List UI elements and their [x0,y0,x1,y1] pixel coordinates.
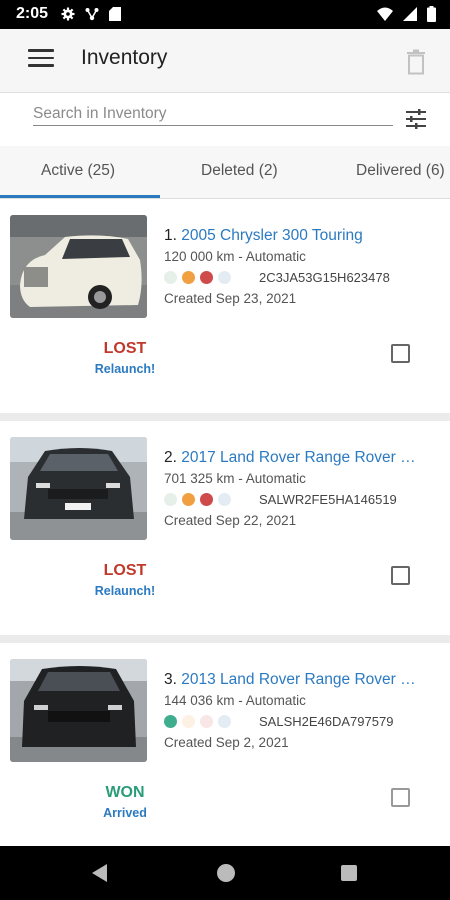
condition-dot [182,271,195,284]
vehicle-title[interactable]: 2. 2017 Land Rover Range Rover Sport [164,449,419,467]
auction-status: LOST [103,562,147,579]
created-date: Created Sep 2, 2021 [164,735,289,750]
relaunch-link[interactable]: Relaunch! [80,362,170,376]
vehicle-name: 2017 Land Rover Range Rover Sport [181,449,419,466]
battery-icon [427,6,436,22]
vehicle-card[interactable]: 3. 2013 Land Rover Range Rover Sport 144… [0,643,450,846]
select-checkbox[interactable] [391,566,410,585]
tab-indicator [0,195,160,198]
vehicle-photo [10,437,147,540]
delete-icon[interactable] [404,49,428,75]
tab-deleted[interactable]: Deleted (2) [201,162,278,180]
vehicle-vin: SALSH2E46DA797579 [259,714,394,729]
settings-gear-icon [61,7,75,21]
vehicle-card[interactable]: 1. 2005 Chrysler 300 Touring 120 000 km … [0,199,450,413]
vehicle-number: 3. [164,671,177,688]
condition-dot [218,715,231,728]
recent-apps-icon[interactable] [341,865,357,881]
vehicle-mileage: 144 036 km - Automatic [164,693,306,708]
condition-dots [164,715,231,728]
menu-icon-bar [28,56,54,59]
back-icon[interactable] [92,864,107,882]
condition-dot [182,715,195,728]
vehicle-number: 2. [164,449,177,466]
vehicle-vin: 2C3JA53G15H623478 [259,270,390,285]
tab-delivered[interactable]: Delivered (6) [356,162,445,180]
status-bar: 2:05 [0,0,450,29]
network-icon [85,8,99,21]
vehicle-photo [10,215,147,318]
arrived-link[interactable]: Arrived [80,806,170,820]
vehicle-photo [10,659,147,762]
tab-active[interactable]: Active (25) [41,162,115,180]
condition-dot [200,715,213,728]
condition-dots [164,493,231,506]
condition-dot [200,271,213,284]
vehicle-title[interactable]: 1. 2005 Chrysler 300 Touring [164,227,419,245]
tab-bar: Active (25) Deleted (2) Delivered (6) [0,146,450,199]
menu-icon-bar [28,64,54,67]
app-bar: Inventory [0,29,450,92]
select-checkbox[interactable] [391,788,410,807]
vehicle-card[interactable]: 2. 2017 Land Rover Range Rover Sport 701… [0,421,450,635]
condition-dot [164,271,177,284]
condition-dot [182,493,195,506]
condition-dot [218,271,231,284]
vehicle-number: 1. [164,227,177,244]
condition-dot [164,715,177,728]
signal-icon [403,7,417,21]
created-date: Created Sep 22, 2021 [164,513,297,528]
filter-sliders-icon[interactable] [404,107,428,131]
page-title: Inventory [81,46,168,69]
vehicle-title[interactable]: 3. 2013 Land Rover Range Rover Sport [164,671,419,689]
sd-card-icon [109,7,121,21]
search-bar [0,92,450,147]
condition-dots [164,271,231,284]
home-icon[interactable] [217,864,235,882]
vehicle-mileage: 120 000 km - Automatic [164,249,306,264]
condition-dot [164,493,177,506]
relaunch-link[interactable]: Relaunch! [80,584,170,598]
condition-dot [200,493,213,506]
system-nav-bar [0,846,450,900]
select-checkbox[interactable] [391,344,410,363]
vehicle-name: 2013 Land Rover Range Rover Sport [181,671,419,688]
condition-dot [218,493,231,506]
menu-button[interactable] [28,49,54,71]
status-notification-icons [61,7,121,21]
vehicle-name: 2005 Chrysler 300 Touring [181,227,363,244]
status-system-icons [377,6,436,22]
search-input[interactable] [33,103,393,126]
vehicle-vin: SALWR2FE5HA146519 [259,492,397,507]
menu-icon-bar [28,49,54,52]
created-date: Created Sep 23, 2021 [164,291,297,306]
auction-status: LOST [103,340,147,357]
vehicle-mileage: 701 325 km - Automatic [164,471,306,486]
auction-status: WON [105,784,145,801]
wifi-icon [377,7,393,21]
status-time: 2:05 [16,5,49,22]
